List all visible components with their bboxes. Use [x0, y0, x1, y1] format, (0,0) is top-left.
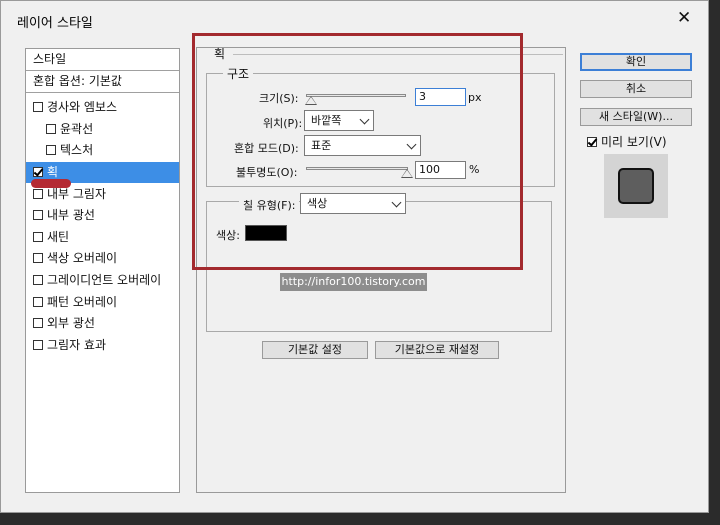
new-style-button[interactable]: 새 스타일(W)... [580, 108, 692, 126]
sidebar-item-label: 텍스처 [60, 143, 94, 157]
annotation-highlight-box [192, 33, 523, 270]
watermark: http://infor100.tistory.com [280, 273, 427, 291]
sidebar-item-label: 스타일 [33, 52, 67, 66]
checkbox[interactable] [33, 340, 43, 350]
sidebar-item-label: 그림자 효과 [47, 338, 107, 352]
dialog-title: 레이어 스타일 [17, 16, 93, 31]
sidebar-item-outer-glow[interactable]: 외부 광선 [26, 313, 179, 334]
sidebar-item-color-overlay[interactable]: 색상 오버레이 [26, 248, 179, 269]
layer-style-dialog: 레이어 스타일 ✕ 스타일 혼합 옵션: 기본값 경사와 엠보스 윤곽선 텍스처… [0, 0, 709, 513]
annotation-underline [31, 179, 71, 188]
close-icon[interactable]: ✕ [677, 9, 691, 27]
sidebar-item-texture[interactable]: 텍스처 [26, 140, 179, 161]
style-preview [604, 154, 668, 218]
sidebar-item-label: 경사와 엠보스 [47, 100, 118, 114]
sidebar-item-blending-options[interactable]: 혼합 옵션: 기본값 [26, 70, 179, 91]
reset-default-button[interactable]: 기본값으로 재설정 [375, 341, 499, 359]
sidebar-item-label: 색상 오버레이 [47, 251, 118, 265]
sidebar-item-drop-shadow[interactable]: 그림자 효과 [26, 335, 179, 356]
sidebar-item-pattern-overlay[interactable]: 패턴 오버레이 [26, 292, 179, 313]
sidebar-item-label: 패턴 오버레이 [47, 295, 118, 309]
cancel-button[interactable]: 취소 [580, 80, 692, 98]
sidebar-item-label: 외부 광선 [47, 316, 95, 330]
checkbox[interactable] [33, 275, 43, 285]
checkbox[interactable] [33, 210, 43, 220]
checkbox[interactable] [33, 253, 43, 263]
make-default-button[interactable]: 기본값 설정 [262, 341, 368, 359]
sidebar-item-gradient-overlay[interactable]: 그레이디언트 오버레이 [26, 270, 179, 291]
sidebar-item-label: 내부 그림자 [47, 187, 107, 201]
checkbox[interactable] [33, 189, 43, 199]
checkbox[interactable] [33, 297, 43, 307]
sidebar-item-label: 혼합 옵션: 기본값 [33, 74, 122, 88]
ok-button[interactable]: 확인 [580, 53, 692, 71]
sidebar-item-label: 그레이디언트 오버레이 [47, 273, 162, 287]
sidebar-item-contour[interactable]: 윤곽선 [26, 119, 179, 140]
sidebar-item-inner-glow[interactable]: 내부 광선 [26, 205, 179, 226]
checkbox-checked[interactable] [587, 137, 597, 147]
sidebar-item-styles[interactable]: 스타일 [26, 49, 179, 70]
preview-toggle[interactable]: 미리 보기(V) [587, 133, 667, 150]
checkbox[interactable] [46, 145, 56, 155]
style-list: 스타일 혼합 옵션: 기본값 경사와 엠보스 윤곽선 텍스처 획 내부 그림자 … [25, 48, 180, 493]
checkbox[interactable] [33, 232, 43, 242]
sidebar-divider [26, 92, 179, 93]
preview-swatch [618, 168, 654, 204]
sidebar-item-label: 내부 광선 [47, 208, 95, 222]
sidebar-item-satin[interactable]: 새틴 [26, 227, 179, 248]
checkbox[interactable] [33, 102, 43, 112]
sidebar-item-label: 윤곽선 [60, 122, 94, 136]
preview-label: 미리 보기(V) [601, 135, 667, 149]
checkbox-checked[interactable] [33, 167, 43, 177]
checkbox[interactable] [33, 318, 43, 328]
sidebar-item-bevel-emboss[interactable]: 경사와 엠보스 [26, 97, 179, 118]
sidebar-item-label: 새틴 [47, 230, 70, 244]
sidebar-item-label: 획 [47, 165, 59, 179]
checkbox[interactable] [46, 124, 56, 134]
